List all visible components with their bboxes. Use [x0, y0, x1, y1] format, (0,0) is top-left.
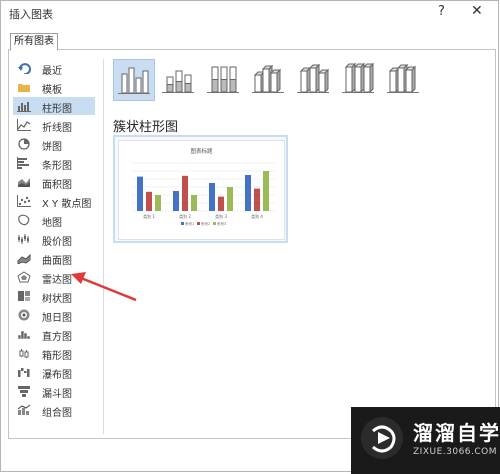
- watermark-url: ZIXUE.3066.COM: [413, 447, 498, 457]
- watermark: 溜溜自学 ZIXUE.3066.COM: [351, 407, 500, 474]
- watermark-brand: 溜溜自学: [413, 421, 500, 445]
- tab-all-charts[interactable]: 所有图表: [10, 33, 58, 51]
- annotation-layer: [71, 272, 137, 302]
- watermark-logo: [361, 417, 403, 459]
- annotation-arrow: [80, 276, 137, 302]
- insert-chart-dialog: 插入图表 ? ✕ 所有图表 最近 模板 柱形图 折线图 饼图 条形图 面积图 X Y 散点图地…: [0, 0, 500, 474]
